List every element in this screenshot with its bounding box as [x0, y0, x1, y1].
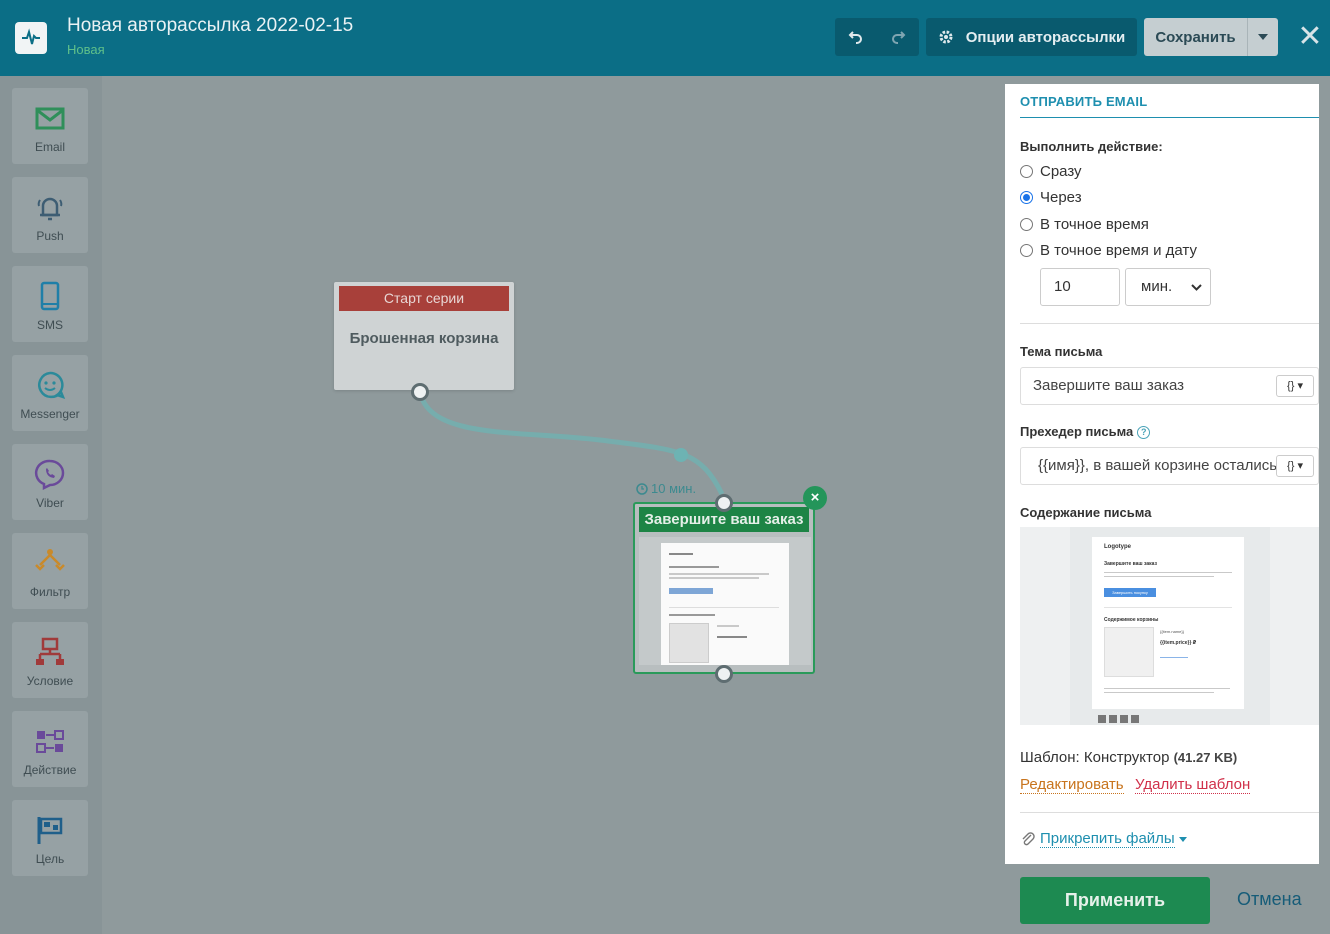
- start-node-header: Старт серии: [339, 286, 509, 311]
- preheader-label: Прехедер письма?: [1020, 424, 1151, 439]
- radio-button[interactable]: [1020, 218, 1033, 231]
- delay-label: 10 мин.: [636, 481, 696, 496]
- preview-section: Содержимое корзины: [1104, 617, 1159, 623]
- delay-value-input[interactable]: 10: [1040, 268, 1120, 306]
- panel-title: ОТПРАВИТЬ EMAIL: [1020, 94, 1148, 109]
- attach-files-dropdown[interactable]: Прикрепить файлы: [1020, 830, 1187, 848]
- template-size: (41.27 KB): [1173, 750, 1238, 765]
- radio-label: Сразу: [1040, 163, 1082, 180]
- delay-text: 10 мин.: [651, 481, 697, 496]
- preheader-label-text: Прехедер письма: [1020, 424, 1134, 439]
- panel-title-underline: [1020, 117, 1319, 118]
- cancel-button[interactable]: Отмена: [1237, 889, 1302, 910]
- delay-unit-value: мин.: [1141, 278, 1173, 295]
- radio-label: В точное время и дату: [1040, 242, 1197, 259]
- divider: [1020, 323, 1319, 324]
- radio-button[interactable]: [1020, 165, 1033, 178]
- radio-button-checked[interactable]: [1020, 191, 1033, 204]
- clock-icon: [636, 482, 648, 495]
- paperclip-icon: [1022, 832, 1035, 846]
- timing-option-immediately[interactable]: Сразу: [1020, 163, 1082, 180]
- help-icon[interactable]: ?: [1137, 426, 1151, 439]
- start-node[interactable]: Старт серии Брошенная корзина: [334, 282, 514, 390]
- divider: [1020, 812, 1319, 813]
- caret-down-icon: [1258, 34, 1268, 40]
- radio-label: В точное время: [1040, 216, 1149, 233]
- content-label: Содержание письма: [1020, 505, 1152, 520]
- preview-item-price: {{item.price}} ₽: [1160, 640, 1197, 646]
- braces-icon: {}: [1287, 460, 1295, 472]
- apply-button[interactable]: Применить: [1020, 877, 1210, 924]
- connector-line: [417, 391, 725, 496]
- close-icon[interactable]: ✕: [1296, 20, 1324, 54]
- settings-panel: ОТПРАВИТЬ EMAIL Выполнить действие: Сраз…: [1005, 84, 1319, 864]
- timing-option-exact-time[interactable]: В точное время: [1020, 216, 1149, 233]
- subject-input[interactable]: Завершите ваш заказ {} ▾: [1020, 367, 1319, 405]
- action-timing-label: Выполнить действие:: [1020, 139, 1163, 154]
- caret-down-icon: [1178, 836, 1187, 842]
- insert-variable-button[interactable]: {} ▾: [1276, 455, 1314, 477]
- preview-item-name: {{item.name}}: [1160, 629, 1185, 634]
- delete-node-icon[interactable]: ×: [803, 486, 827, 510]
- template-name: Шаблон: Конструктор: [1020, 749, 1170, 766]
- edit-template-link[interactable]: Редактировать: [1020, 776, 1124, 794]
- subject-label: Тема письма: [1020, 344, 1103, 359]
- preview-logo: Logotype: [1104, 544, 1131, 550]
- chevron-down-icon: [1191, 269, 1202, 305]
- preheader-value: {{имя}}, в вашей корзине остались: [1038, 457, 1278, 474]
- timing-option-exact-datetime[interactable]: В точное время и дату: [1020, 242, 1197, 259]
- email-node-thumbnail: [639, 537, 811, 665]
- braces-icon: {}: [1287, 380, 1295, 392]
- attach-files-label: Прикрепить файлы: [1040, 830, 1175, 848]
- email-input-port[interactable]: [715, 494, 733, 512]
- radio-button[interactable]: [1020, 244, 1033, 257]
- email-node[interactable]: Завершите ваш заказ: [633, 502, 815, 674]
- radio-label: Через: [1040, 189, 1082, 206]
- preview-cta-button: Завершить покупку: [1104, 588, 1156, 597]
- start-output-port[interactable]: [411, 383, 429, 401]
- template-info: Шаблон: Конструктор (41.27 KB): [1020, 749, 1237, 766]
- delay-unit-select[interactable]: мин.: [1125, 268, 1211, 306]
- email-output-port[interactable]: [715, 665, 733, 683]
- save-dropdown-button[interactable]: [1247, 18, 1278, 56]
- preview-heading: Завершите ваш заказ: [1104, 561, 1157, 567]
- start-node-body: Брошенная корзина: [349, 330, 499, 347]
- email-preview[interactable]: Logotype Завершите ваш заказ Завершить п…: [1020, 527, 1319, 725]
- delete-template-link[interactable]: Удалить шаблон: [1135, 776, 1251, 794]
- preheader-input[interactable]: {{имя}}, в вашей корзине остались {} ▾: [1020, 447, 1319, 485]
- save-button[interactable]: Сохранить: [1144, 18, 1247, 56]
- subject-value: Завершите ваш заказ: [1033, 377, 1185, 394]
- timing-option-after[interactable]: Через: [1020, 189, 1082, 206]
- insert-variable-button[interactable]: {} ▾: [1276, 375, 1314, 397]
